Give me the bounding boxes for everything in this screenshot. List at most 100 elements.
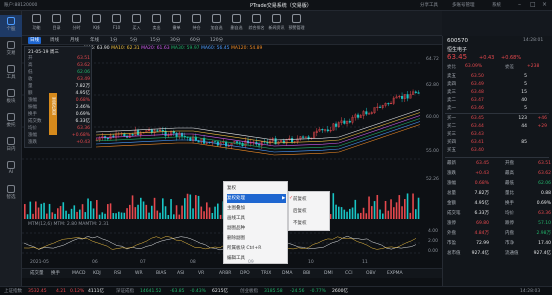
period-tab[interactable]: 15分	[148, 37, 162, 44]
toolbar-button-7[interactable]: 撤单	[168, 12, 185, 34]
candle-body	[365, 111, 368, 115]
period-tab[interactable]: 月线	[68, 37, 81, 44]
toolbar-button-10[interactable]: 删自选	[228, 12, 245, 34]
buy-order-row[interactable]: 买二 63.44 44 +29	[445, 123, 549, 130]
nav-item-7[interactable]: 智选	[0, 183, 22, 205]
order-label: 卖五	[447, 74, 456, 79]
menu-system[interactable]: 系统	[492, 2, 501, 8]
indicator-tab[interactable]: ASI	[177, 270, 184, 278]
toolbar-button-0[interactable]: 功能	[28, 12, 45, 34]
period-tab[interactable]: 年线	[88, 37, 101, 44]
buy-order-row[interactable]: 买四 63.41 85	[445, 139, 549, 146]
nav-item-2[interactable]: 工具	[0, 63, 22, 85]
indicator-tab[interactable]: 成交量	[30, 270, 44, 278]
nav-item-3[interactable]: 板块	[0, 87, 22, 109]
period-tab[interactable]: 5分	[128, 37, 139, 44]
nav-item-4[interactable]: 委托	[0, 111, 22, 133]
info-row-value: 0.69%	[75, 112, 90, 117]
indicator-tab[interactable]: DMA	[282, 270, 292, 278]
indicator-tab[interactable]: BBI	[303, 270, 311, 278]
sz-index-value: 14641.52	[140, 289, 162, 294]
stat-value: 72.99	[476, 241, 489, 246]
indicator-tab[interactable]: TRIX	[261, 270, 271, 278]
info-row-label: 振幅	[28, 105, 37, 110]
stat-label: 涨幅	[447, 181, 456, 186]
order-price: 63.41	[471, 140, 484, 145]
context-menu-item[interactable]: 复权处理	[227, 194, 286, 203]
period-tab[interactable]: 60分	[188, 37, 202, 44]
menu-share[interactable]: 分享工具	[420, 2, 438, 8]
indicator-tab[interactable]: 换手	[51, 270, 60, 278]
order-label: 买四	[447, 140, 456, 145]
toolbar-button-8[interactable]: 持仓	[188, 12, 205, 34]
volume-bar	[206, 202, 208, 219]
cy-index-label[interactable]: 创业板指	[240, 288, 258, 295]
context-menu-item[interactable]: 删除副图	[227, 234, 286, 243]
sell-order-row[interactable]: 卖一 63.46 5	[445, 105, 549, 112]
toolbar-button-5[interactable]: 买入	[128, 12, 145, 34]
period-tab[interactable]: 30分	[168, 37, 182, 44]
maximize-icon[interactable]: □	[530, 1, 536, 8]
close-icon[interactable]: ×	[542, 1, 547, 8]
context-menu-item[interactable]: 画线工具	[227, 214, 286, 223]
toolbar-label: 预警管理	[288, 25, 305, 30]
buy-order-row[interactable]: 买五 63.40	[445, 147, 549, 154]
toolbar-button-2[interactable]: 分时	[68, 12, 85, 34]
context-menu-item[interactable]: 所属板块 Ctrl+R	[227, 244, 286, 253]
info-row: 开 63.51	[28, 56, 90, 62]
toolbar-button-13[interactable]: 预警管理	[288, 12, 305, 34]
sz-index-pct: -0.43%	[190, 289, 206, 294]
indicator-tab[interactable]: RSI	[114, 270, 121, 278]
indicator-tab[interactable]: VR	[198, 270, 204, 278]
submenu-item[interactable]: 前复权	[293, 195, 327, 204]
toolbar-button-12[interactable]: 新闻资讯	[268, 12, 285, 34]
sell-order-row[interactable]: 卖四 63.49 5	[445, 81, 549, 88]
indicator-tab[interactable]: DMI	[324, 270, 333, 278]
toolbar-button-1[interactable]: 目录	[48, 12, 65, 34]
sz-index-label[interactable]: 深证成指	[116, 288, 134, 295]
menu-multi-account[interactable]: 多账号管理	[452, 2, 475, 8]
info-side-tab[interactable]: 显示信息	[49, 93, 57, 135]
context-menu-item[interactable]: 编辑工具	[227, 254, 286, 263]
period-tab[interactable]: 120分	[208, 37, 225, 44]
context-menu-item[interactable]: 复权	[227, 184, 286, 193]
indicator-tab[interactable]: EXPMA	[387, 270, 403, 278]
toolbar-button-6[interactable]: 卖出	[148, 12, 165, 34]
indicator-tab[interactable]: OBV	[366, 270, 376, 278]
nav-item-5[interactable]: 日内	[0, 135, 22, 157]
buy-order-row[interactable]: 买一 63.45 123 +46	[445, 115, 549, 122]
indicator-tab[interactable]: CCI	[345, 270, 353, 278]
sell-order-row[interactable]: 卖三 63.48 15	[445, 89, 549, 96]
period-tab[interactable]: 1分	[108, 37, 119, 44]
nav-item-6[interactable]: AI	[0, 159, 22, 181]
context-menu-item[interactable]: 主图叠加	[227, 204, 286, 213]
submenu-item[interactable]: 后复权	[293, 207, 327, 216]
volume-bar	[406, 193, 409, 219]
indicator-tab[interactable]: MACD	[72, 270, 86, 278]
candle-body	[335, 123, 338, 127]
toolbar-button-3[interactable]: K线	[88, 12, 105, 34]
x-axis-label: 07	[140, 260, 146, 265]
indicator-tab[interactable]: KDJ	[93, 270, 101, 278]
submenu-item[interactable]: 不复权	[293, 219, 327, 228]
sell-order-row[interactable]: 卖五 63.50 5	[445, 73, 549, 80]
indicator-tab[interactable]: ARBR	[219, 270, 231, 278]
indicator-tab[interactable]: BIAS	[156, 270, 166, 278]
period-tab[interactable]: 周线	[48, 37, 61, 44]
nav-item-0[interactable]: 个股	[0, 15, 22, 37]
indicator-tab[interactable]: WR	[135, 270, 143, 278]
minimize-icon[interactable]: –	[518, 1, 521, 8]
nav-item-1[interactable]: 交易	[0, 39, 22, 61]
toolbar-button-9[interactable]: 加自选	[208, 12, 225, 34]
sh-index-label[interactable]: 上证指数	[4, 288, 22, 295]
toolbar-button-11[interactable]: 综合排名	[248, 12, 265, 34]
indicator-tab[interactable]: DPO	[240, 270, 250, 278]
buy-order-row[interactable]: 买三 63.43	[445, 131, 549, 138]
sell-order-row[interactable]: 卖二 63.47 40	[445, 97, 549, 104]
context-menu-item[interactable]: 副图品种	[227, 224, 286, 233]
stat-label: 总市值	[447, 251, 461, 256]
toolbar-button-4[interactable]: F10	[108, 12, 125, 34]
info-row: 低 62.06	[28, 70, 90, 76]
period-tab[interactable]: 日线	[28, 37, 41, 44]
volume-bar	[46, 213, 48, 219]
